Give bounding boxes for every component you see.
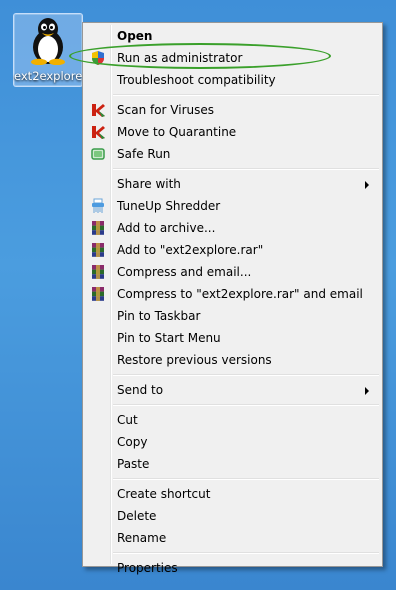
menu-item-label: Share with [117,177,181,191]
menu-item-label: Create shortcut [117,487,211,501]
menu-item-add-to-archive[interactable]: Add to archive... [85,217,380,239]
menu-item-troubleshoot-compatibility[interactable]: Troubleshoot compatibility [85,69,380,91]
menu-separator [113,168,379,170]
menu-item-label: Open [117,29,153,43]
menu-separator [113,552,379,554]
menu-item-paste[interactable]: Paste [85,453,380,475]
menu-item-label: Rename [117,531,167,545]
menu-item-tuneup-shredder[interactable]: TuneUp Shredder [85,195,380,217]
menu-item-label: Restore previous versions [117,353,272,367]
menu-item-add-to-ext2explore-rar[interactable]: Add to "ext2explore.rar" [85,239,380,261]
menu-item-label: TuneUp Shredder [117,199,221,213]
menu-separator [113,94,379,96]
menu-item-open[interactable]: Open [85,25,380,47]
menu-item-create-shortcut[interactable]: Create shortcut [85,483,380,505]
desktop-icon-ext2explore[interactable]: ext2explore [13,13,83,87]
menu-item-properties[interactable]: Properties [85,557,380,579]
context-menu: Open Run as administrator Troubleshoot com… [82,22,383,575]
menu-item-send-to[interactable]: Send to [85,379,380,401]
winrar-icon [90,264,106,280]
menu-item-label: Pin to Taskbar [117,309,201,323]
menu-item-label: Pin to Start Menu [117,331,221,345]
menu-item-pin-to-taskbar[interactable]: Pin to Taskbar [85,305,380,327]
tux-penguin-icon [31,18,65,65]
menu-item-label: Safe Run [117,147,171,161]
menu-item-move-to-quarantine[interactable]: Move to Quarantine [85,121,380,143]
uac-shield-icon [90,50,106,66]
menu-item-scan-for-viruses[interactable]: Scan for Viruses [85,99,380,121]
kaspersky-icon [90,102,106,118]
menu-item-compress-to-ext2explore-rar-and-email[interactable]: Compress to "ext2explore.rar" and email [85,283,380,305]
menu-item-copy[interactable]: Copy [85,431,380,453]
menu-item-delete[interactable]: Delete [85,505,380,527]
kaspersky-icon [90,124,106,140]
menu-separator [113,478,379,480]
menu-item-restore-previous-versions[interactable]: Restore previous versions [85,349,380,371]
menu-item-label: Paste [117,457,150,471]
menu-item-label: Compress and email... [117,265,252,279]
menu-item-label: Send to [117,383,164,397]
submenu-arrow-icon [365,181,369,189]
winrar-icon [90,242,106,258]
menu-item-rename[interactable]: Rename [85,527,380,549]
menu-item-safe-run[interactable]: Safe Run [85,143,380,165]
menu-item-label: Move to Quarantine [117,125,237,139]
menu-item-label: Add to "ext2explore.rar" [117,243,264,257]
menu-item-label: Cut [117,413,138,427]
shredder-icon [90,198,106,214]
menu-item-label: Copy [117,435,148,449]
winrar-icon [90,286,106,302]
menu-item-label: Delete [117,509,157,523]
menu-item-compress-and-email[interactable]: Compress and email... [85,261,380,283]
menu-item-label: Compress to "ext2explore.rar" and email [117,287,363,301]
menu-item-pin-to-start-menu[interactable]: Pin to Start Menu [85,327,380,349]
menu-item-label: Add to archive... [117,221,216,235]
menu-item-run-as-administrator[interactable]: Run as administrator [85,47,380,69]
submenu-arrow-icon [365,387,369,395]
menu-separator [113,404,379,406]
menu-item-share-with[interactable]: Share with [85,173,380,195]
menu-item-label: Properties [117,561,178,575]
safe-run-icon [90,146,106,162]
menu-item-label: Troubleshoot compatibility [117,73,276,87]
winrar-icon [90,220,106,236]
menu-item-label: Run as administrator [117,51,243,65]
desktop-icon-label: ext2explore [14,69,83,83]
menu-item-cut[interactable]: Cut [85,409,380,431]
menu-item-label: Scan for Viruses [117,103,215,117]
menu-separator [113,374,379,376]
